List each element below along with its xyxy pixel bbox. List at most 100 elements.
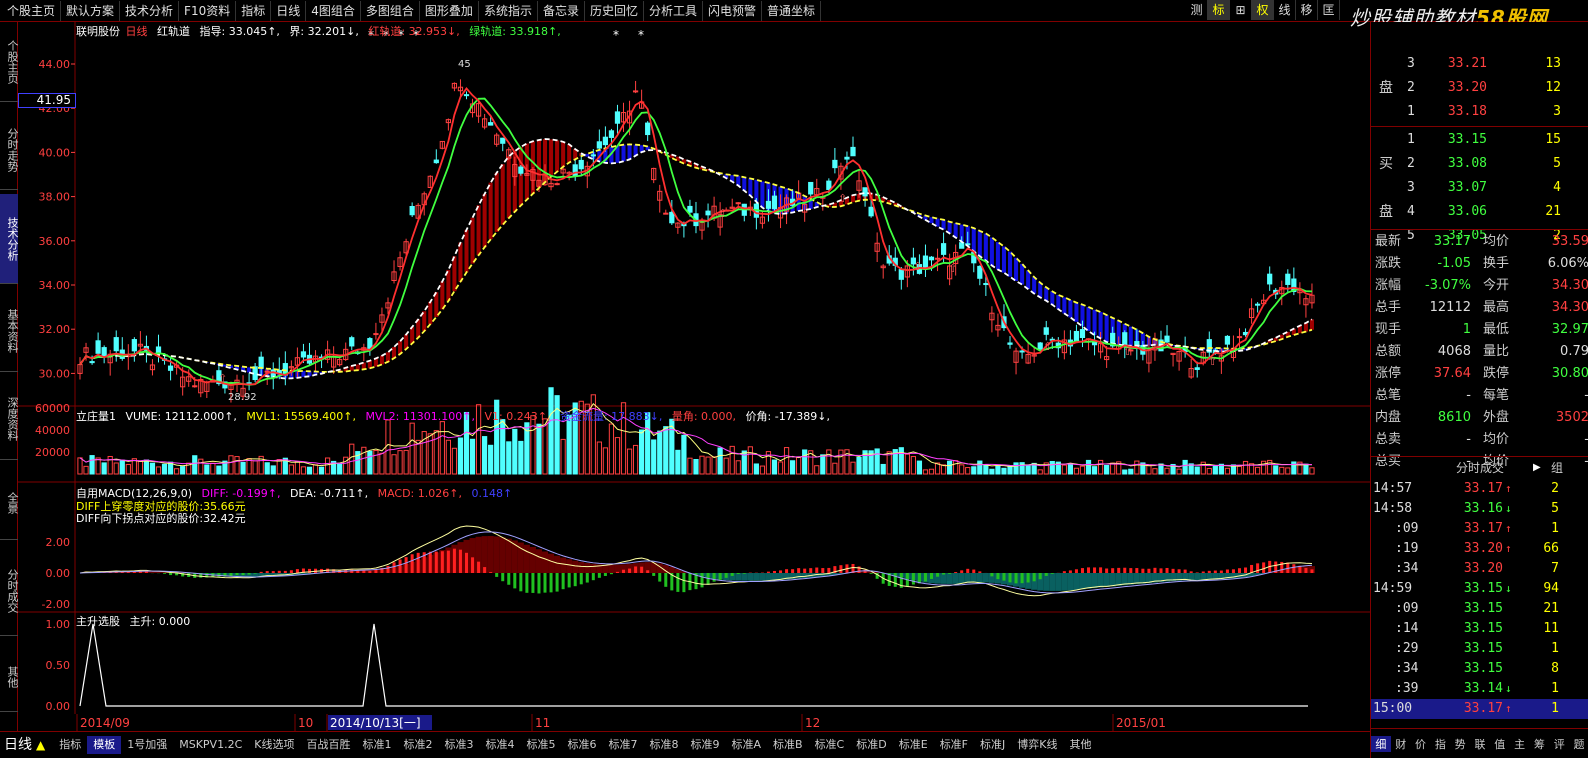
- toolbar-item-3[interactable]: F10资料: [179, 0, 237, 21]
- toolbar-item-12[interactable]: 分析工具: [644, 0, 703, 21]
- bottom-tab-9[interactable]: 标准4: [479, 736, 520, 754]
- bottom-tab-5[interactable]: 百战百胜: [300, 736, 356, 754]
- bottom-tab-22[interactable]: 博弈K线: [1011, 736, 1063, 754]
- volume-bar: [1200, 461, 1206, 475]
- right-tool-5[interactable]: 移: [1296, 0, 1318, 20]
- right-tool-4[interactable]: 线: [1274, 0, 1296, 20]
- side-tab-7[interactable]: 其他: [0, 642, 19, 712]
- right-tool-1[interactable]: 标: [1208, 0, 1230, 20]
- bottom-tab-23[interactable]: 其他: [1063, 736, 1097, 754]
- right-tab-7[interactable]: 主: [1510, 736, 1530, 752]
- tick-row: 15:00 33.17 ↑ 1: [1371, 699, 1588, 719]
- ticks-next-icon[interactable]: ▶: [1533, 458, 1541, 478]
- toolbar-item-13[interactable]: 闪电预警: [703, 0, 763, 21]
- side-tab-4[interactable]: 深度资料: [0, 378, 19, 460]
- right-tool-6[interactable]: 匡: [1318, 0, 1340, 20]
- candle: [1176, 350, 1182, 371]
- volume-bar: [977, 460, 983, 475]
- bottom-tab-11[interactable]: 标准6: [561, 736, 602, 754]
- volume-bar: [1261, 460, 1267, 475]
- volume-bar: [965, 467, 971, 475]
- right-tool-3[interactable]: 权: [1252, 0, 1274, 20]
- side-tab-5[interactable]: 全景: [0, 466, 19, 540]
- candle: [77, 357, 83, 380]
- bottom-tab-3[interactable]: MSKPV1.2C: [173, 736, 248, 754]
- right-tab-3[interactable]: 指: [1430, 736, 1450, 752]
- bottom-tab-2[interactable]: 1号加强: [121, 736, 173, 754]
- bottom-tab-0[interactable]: 指标: [53, 736, 87, 754]
- period-label[interactable]: 日线: [0, 736, 36, 754]
- bottom-tab-20[interactable]: 标准F: [934, 736, 974, 754]
- toolbar-item-0[interactable]: 个股主页: [2, 0, 62, 21]
- quote-row: 总笔 -每笔-: [1371, 385, 1588, 407]
- bottom-tab-8[interactable]: 标准3: [438, 736, 479, 754]
- candle: [324, 340, 331, 364]
- right-tool-2[interactable]: ⊞: [1230, 0, 1252, 20]
- candle: [657, 184, 663, 213]
- bottom-tab-12[interactable]: 标准7: [602, 736, 643, 754]
- side-tab-1[interactable]: 分时走势: [0, 110, 19, 190]
- candle: [572, 159, 578, 181]
- quote-value-2: 34.30: [1551, 278, 1588, 293]
- bottom-tab-7[interactable]: 标准2: [397, 736, 438, 754]
- toolbar-item-7[interactable]: 多图组合: [361, 0, 420, 21]
- bottom-tab-10[interactable]: 标准5: [520, 736, 561, 754]
- bottom-tab-17[interactable]: 标准C: [809, 736, 851, 754]
- volume-bar: [614, 437, 621, 475]
- toolbar-item-1[interactable]: 默认方案: [61, 0, 121, 21]
- toolbar-item-2[interactable]: 技术分析: [120, 0, 180, 21]
- bottom-tab-14[interactable]: 标准9: [684, 736, 725, 754]
- bottom-tab-19[interactable]: 标准E: [893, 736, 934, 754]
- right-tab-10[interactable]: 题: [1569, 736, 1588, 752]
- volume-bar: [783, 447, 790, 475]
- bid-volume: 21: [1545, 204, 1561, 219]
- right-tab-9[interactable]: 评: [1549, 736, 1569, 752]
- bottom-tab-1[interactable]: 模板: [87, 736, 122, 754]
- tick-volume: 1: [1551, 641, 1559, 656]
- volume-bar: [306, 466, 313, 475]
- right-tab-6[interactable]: 值: [1490, 736, 1510, 752]
- side-tab-2[interactable]: 技术分析: [0, 194, 19, 284]
- right-tab-1[interactable]: 财: [1391, 736, 1411, 752]
- candle: [331, 346, 337, 374]
- bottom-tab-15[interactable]: 标准A: [725, 736, 767, 754]
- right-tab-8[interactable]: 筹: [1530, 736, 1550, 752]
- bottom-tab-18[interactable]: 标准D: [850, 736, 892, 754]
- side-tab-3[interactable]: 基本资料: [0, 290, 19, 372]
- quote-label-2: 最低: [1483, 322, 1510, 337]
- toolbar-item-5[interactable]: 日线: [271, 0, 307, 21]
- toolbar-item-11[interactable]: 历史回忆: [585, 0, 644, 21]
- candle: [198, 373, 204, 398]
- side-tab-0[interactable]: 个股主页: [0, 22, 19, 102]
- candle: [1188, 358, 1194, 379]
- volume-bar: [693, 459, 699, 475]
- toolbar-item-10[interactable]: 备忘录: [538, 0, 585, 21]
- v1-value: V1: 0.243↑,: [484, 410, 551, 423]
- right-tab-0[interactable]: 细: [1371, 735, 1391, 752]
- bottom-tab-6[interactable]: 标准1: [356, 736, 397, 754]
- side-tab-6[interactable]: 分时成交: [0, 546, 19, 636]
- volume-bar: [228, 455, 234, 475]
- bottom-tab-16[interactable]: 标准B: [767, 736, 809, 754]
- toolbar-item-8[interactable]: 图形叠加: [420, 0, 479, 21]
- right-tab-5[interactable]: 联: [1470, 736, 1490, 752]
- toolbar-item-9[interactable]: 系统指示: [479, 0, 538, 21]
- ticks-group-button[interactable]: 组: [1551, 458, 1563, 478]
- bottom-tab-4[interactable]: K线选项: [248, 736, 300, 754]
- right-tab-4[interactable]: 势: [1450, 736, 1470, 752]
- bottom-tab-21[interactable]: 标准J: [974, 736, 1011, 754]
- toolbar-item-6[interactable]: 4图组合: [306, 0, 361, 21]
- toolbar-item-14[interactable]: 普通坐标: [762, 0, 822, 21]
- main-axis-tick: 32.00: [39, 323, 71, 336]
- right-tool-0[interactable]: 测: [1186, 0, 1208, 20]
- main-axis-tick: 36.00: [39, 235, 71, 248]
- bid-level: 1: [1407, 132, 1415, 147]
- toolbar-item-4[interactable]: 指标: [236, 0, 272, 21]
- volume-bar: [89, 455, 95, 475]
- right-tab-2[interactable]: 价: [1411, 736, 1431, 752]
- chart-area[interactable]: 44.00 42.00 40.00 38.00 36.00 34.00 32.00 30.00…: [18, 22, 1370, 714]
- kline-chart[interactable]: 44.0042.0040.0038.0036.0034.0032.0030.00…: [18, 22, 1370, 714]
- volume-bar: [747, 446, 753, 475]
- volume-bar: [711, 456, 717, 475]
- bottom-tab-13[interactable]: 标准8: [643, 736, 684, 754]
